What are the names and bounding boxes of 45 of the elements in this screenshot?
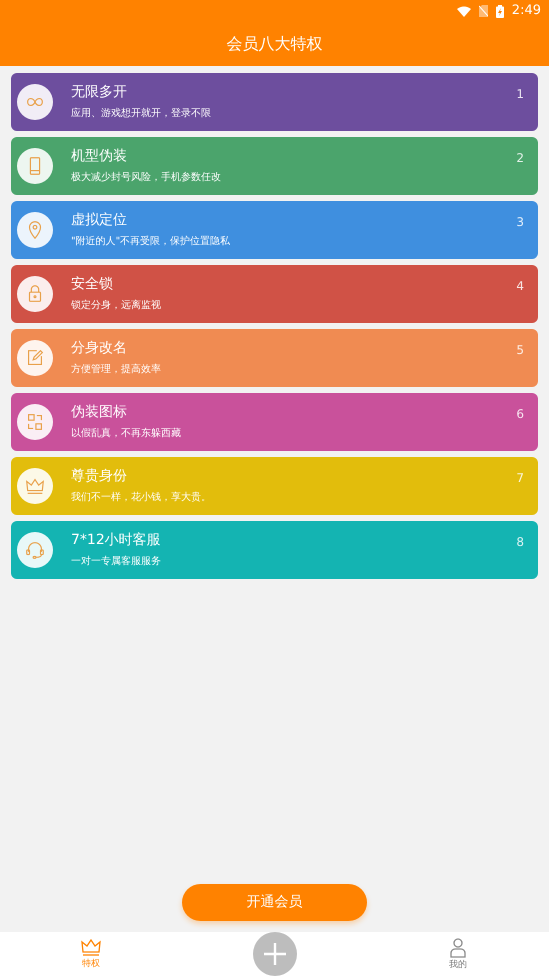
privilege-number: 7 (516, 470, 524, 487)
privilege-card[interactable]: 伪装图标 以假乱真，不再东躲西藏 6 (11, 393, 538, 451)
privilege-description: 应用、游戏想开就开，登录不限 (71, 107, 212, 121)
battery-icon (496, 4, 504, 18)
no-sim-icon (478, 5, 488, 17)
privilege-title: 7*12小时客服 (71, 531, 162, 549)
add-button[interactable] (252, 932, 296, 976)
privilege-title: 安全锁 (71, 275, 114, 293)
privilege-number: 8 (516, 534, 524, 551)
nav-tab[interactable]: 特权 (70, 938, 111, 970)
privilege-description: 我们不一样，花小钱，享大贵。 (71, 491, 212, 505)
privilege-card[interactable]: 机型伪装 极大减少封号风险，手机参数任改 2 (11, 137, 538, 195)
privilege-description: 方便管理，提高效率 (71, 363, 162, 377)
crown-icon (80, 938, 101, 956)
privilege-card[interactable]: 虚拟定位 "附近的人"不再受限，保护位置隐私 3 (11, 201, 538, 259)
status-time: 2:49 (512, 2, 541, 20)
privilege-title: 机型伪装 (71, 147, 128, 165)
privilege-title: 伪装图标 (71, 403, 128, 421)
privilege-title: 无限多开 (71, 83, 128, 101)
privilege-description: 锁定分身，远离监视 (71, 299, 162, 313)
privilege-card[interactable]: 分身改名 方便管理，提高效率 5 (11, 329, 538, 387)
privilege-description: 以假乱真，不再东躲西藏 (71, 427, 182, 441)
privilege-description: 极大减少封号风险，手机参数任改 (71, 171, 222, 185)
privilege-number: 2 (516, 150, 524, 167)
nav-tab[interactable]: 我的 (438, 938, 478, 970)
privilege-card[interactable]: 7*12小时客服 一对一专属客服服务 8 (11, 521, 538, 579)
privilege-card[interactable]: 无限多开 应用、游戏想开就开，登录不限 1 (11, 73, 538, 131)
plus-icon (264, 943, 286, 965)
privilege-title: 分身改名 (71, 339, 128, 357)
privilege-title: 虚拟定位 (71, 211, 128, 229)
header-title: 会员八大特权 (226, 33, 322, 55)
activate-membership-button[interactable]: 开通会员 (182, 884, 367, 921)
privilege-number: 6 (516, 406, 524, 423)
privilege-description: 一对一专属客服服务 (71, 555, 162, 569)
privilege-title: 尊贵身份 (71, 467, 128, 485)
wifi-icon (456, 6, 471, 16)
privilege-description: "附近的人"不再受限，保护位置隐私 (71, 235, 232, 249)
privilege-card[interactable]: 安全锁 锁定分身，远离监视 4 (11, 265, 538, 323)
privilege-number: 4 (516, 278, 524, 295)
privilege-number: 5 (516, 342, 524, 359)
headset-icon (24, 539, 46, 561)
privilege-number: 1 (516, 86, 524, 103)
person-icon (449, 938, 468, 958)
privilege-card[interactable]: 尊贵身份 我们不一样，花小钱，享大贵。 7 (11, 457, 538, 515)
privilege-number: 3 (516, 214, 524, 231)
